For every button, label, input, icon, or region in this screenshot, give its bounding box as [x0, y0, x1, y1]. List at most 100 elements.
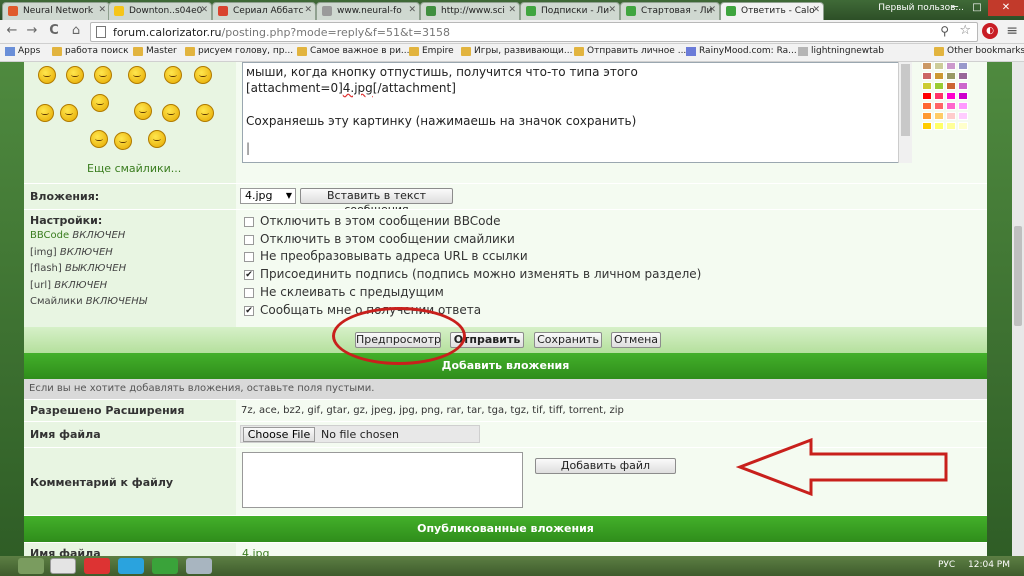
address-bar[interactable]: forum.calorizator.ru/posting.php?mode=re… — [90, 22, 978, 42]
close-tab-icon[interactable]: ✕ — [408, 5, 416, 15]
color-swatch[interactable] — [934, 102, 944, 110]
url-text[interactable]: forum.calorizator.ru/posting.php?mode=re… — [113, 26, 450, 39]
bookmark-star-icon[interactable]: ☆ — [959, 23, 971, 38]
bookmark-item[interactable]: работа поиск — [52, 46, 129, 56]
bookmark-item[interactable]: Master — [133, 46, 177, 56]
published-filename-link[interactable]: 4.jpg — [242, 547, 270, 556]
add-file-button[interactable]: Добавить файл — [535, 458, 676, 474]
bookmark-item[interactable]: lightningnewtab — [798, 46, 884, 56]
color-swatch[interactable] — [922, 82, 932, 90]
close-tab-icon[interactable]: ✕ — [200, 5, 208, 15]
choose-file-button[interactable]: Choose File — [243, 427, 315, 442]
maximize-icon[interactable]: □ — [966, 0, 988, 16]
color-palette[interactable] — [922, 62, 982, 134]
smiley-icon[interactable] — [134, 102, 152, 120]
color-swatch[interactable] — [958, 72, 968, 80]
color-swatch[interactable] — [922, 92, 932, 100]
minimize-icon[interactable]: ─ — [944, 0, 966, 16]
color-swatch[interactable] — [946, 112, 956, 120]
yandex-icon[interactable] — [84, 558, 110, 574]
smiley-icon[interactable] — [128, 66, 146, 84]
color-swatch[interactable] — [946, 62, 956, 70]
close-tab-icon[interactable]: ✕ — [608, 5, 616, 15]
reload-icon[interactable]: C — [46, 23, 62, 39]
more-smilies-link[interactable]: Еще смайлики... — [87, 162, 181, 175]
smiley-icon[interactable] — [36, 104, 54, 122]
smiley-icon[interactable] — [60, 104, 78, 122]
home-icon[interactable]: ⌂ — [68, 23, 84, 39]
bookmark-item[interactable]: Отправить личное ... — [574, 46, 686, 56]
color-swatch[interactable] — [958, 112, 968, 120]
forward-icon[interactable]: → — [24, 23, 40, 39]
close-window-icon[interactable]: ✕ — [988, 0, 1024, 16]
tab-neural-forum[interactable]: www.neural-fo ✕ — [316, 2, 420, 20]
color-swatch[interactable] — [958, 122, 968, 130]
bookmark-item[interactable]: рисуем голову, пр... — [185, 46, 293, 56]
smiley-icon[interactable] — [66, 66, 84, 84]
smiley-icon[interactable] — [194, 66, 212, 84]
spotify-icon[interactable] — [152, 558, 178, 574]
smiley-icon[interactable] — [38, 66, 56, 84]
smiley-icon[interactable] — [148, 130, 166, 148]
menu-icon[interactable]: ≡ — [1006, 23, 1018, 39]
color-swatch[interactable] — [934, 122, 944, 130]
color-swatch[interactable] — [922, 102, 932, 110]
color-swatch[interactable] — [934, 82, 944, 90]
smiley-icon[interactable] — [90, 130, 108, 148]
close-tab-icon[interactable]: ✕ — [812, 5, 820, 15]
page-scrollbar[interactable] — [1012, 62, 1024, 556]
tab-sci[interactable]: http://www.sci ✕ — [420, 2, 520, 20]
no-url-parse-checkbox[interactable] — [244, 252, 254, 262]
color-swatch[interactable] — [958, 102, 968, 110]
color-swatch[interactable] — [922, 72, 932, 80]
save-button[interactable]: Сохранить — [534, 332, 602, 348]
no-merge-checkbox[interactable] — [244, 288, 254, 298]
color-swatch[interactable] — [958, 62, 968, 70]
tab-reply[interactable]: Ответить - Calo ✕ — [720, 2, 824, 20]
tab-neural-network[interactable]: Neural Network ✕ — [2, 2, 110, 20]
disable-bbcode-checkbox[interactable] — [244, 217, 254, 227]
smiley-icon[interactable] — [196, 104, 214, 122]
color-swatch[interactable] — [922, 112, 932, 120]
color-swatch[interactable] — [946, 102, 956, 110]
tab-subscriptions[interactable]: Подписки - Ли ✕ — [520, 2, 620, 20]
back-icon[interactable]: ← — [4, 23, 20, 39]
attach-signature-checkbox[interactable]: ✔ — [244, 270, 254, 280]
extension-icon[interactable]: ◐ — [982, 23, 998, 39]
color-swatch[interactable] — [934, 112, 944, 120]
clock[interactable]: 12:04 PM — [968, 560, 1010, 570]
color-swatch[interactable] — [922, 122, 932, 130]
message-textarea[interactable]: мыши, когда кнопку отпустишь, получится … — [242, 62, 912, 163]
app-icon[interactable] — [186, 558, 212, 574]
close-tab-icon[interactable]: ✕ — [304, 5, 312, 15]
disable-smilies-checkbox[interactable] — [244, 235, 254, 245]
smiley-icon[interactable] — [164, 66, 182, 84]
chrome-icon[interactable] — [50, 558, 76, 574]
notify-reply-checkbox[interactable]: ✔ — [244, 306, 254, 316]
bookmark-other[interactable]: Other bookmarks — [934, 46, 1024, 56]
smiley-icon[interactable] — [91, 94, 109, 112]
color-swatch[interactable] — [934, 72, 944, 80]
close-tab-icon[interactable]: ✕ — [98, 5, 106, 15]
color-swatch[interactable] — [946, 72, 956, 80]
color-swatch[interactable] — [946, 92, 956, 100]
zoom-icon[interactable]: ⚲ — [940, 24, 949, 38]
skype-icon[interactable] — [118, 558, 144, 574]
tab-start[interactable]: Стартовая - Ли ✕ — [620, 2, 720, 20]
smiley-icon[interactable] — [162, 104, 180, 122]
tab-downton[interactable]: Downton..s04e0 ✕ — [108, 2, 212, 20]
bookmark-item[interactable]: RainyMood.com: Ra... — [686, 46, 797, 56]
insert-into-message-button[interactable]: Вставить в текст сообщения — [300, 188, 453, 216]
color-swatch[interactable] — [958, 92, 968, 100]
bookmark-item[interactable]: Самое важное в ри... — [297, 46, 410, 56]
editor-scrollbar[interactable] — [898, 62, 912, 163]
smiley-icon[interactable] — [94, 66, 112, 84]
attachment-select[interactable]: 4.jpg ▼ — [240, 188, 296, 204]
close-tab-icon[interactable]: ✕ — [508, 5, 516, 15]
color-swatch[interactable] — [934, 92, 944, 100]
explorer-icon[interactable] — [18, 558, 44, 574]
bookmark-item[interactable]: Empire — [409, 46, 454, 56]
bookmark-apps[interactable]: Apps — [5, 46, 40, 56]
file-comment-textarea[interactable] — [242, 452, 523, 508]
color-swatch[interactable] — [958, 82, 968, 90]
